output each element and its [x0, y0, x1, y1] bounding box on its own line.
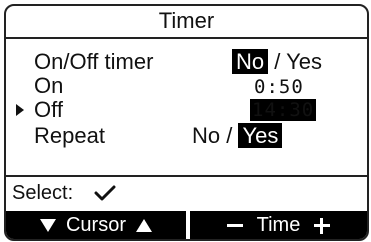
- time-softkey-label: Time: [256, 214, 301, 236]
- footer-divider: [6, 175, 367, 177]
- softkey-bar: Cursor Time: [6, 211, 367, 239]
- on-off-timer-label: On/Off timer: [34, 49, 154, 74]
- page-title: Timer: [158, 8, 215, 33]
- repeat-separator: /: [220, 123, 239, 148]
- time-softkey[interactable]: Time: [190, 211, 367, 239]
- on-off-timer-separator: /: [268, 49, 287, 74]
- off-time-value[interactable]: 14:30: [250, 99, 317, 121]
- minus-icon: [226, 224, 243, 228]
- on-time-label: On: [34, 73, 64, 98]
- triangle-down-icon: [39, 219, 56, 233]
- repeat-label: Repeat: [34, 123, 105, 148]
- cursor-arrow-icon: [16, 104, 24, 116]
- repeat-options[interactable]: No / Yes: [192, 123, 283, 148]
- plus-icon: [314, 217, 331, 234]
- cursor-softkey-label: Cursor: [65, 214, 126, 236]
- on-time-value[interactable]: 0:50: [254, 76, 304, 98]
- cursor-softkey[interactable]: Cursor: [6, 211, 186, 239]
- repeat-option-no[interactable]: No: [192, 123, 220, 148]
- select-label: Select:: [12, 182, 74, 204]
- title-divider: [6, 37, 367, 39]
- on-off-timer-option-yes[interactable]: Yes: [286, 49, 322, 74]
- on-off-timer-option-no[interactable]: No: [232, 49, 269, 74]
- on-off-timer-options[interactable]: No / Yes: [232, 49, 322, 74]
- repeat-option-yes[interactable]: Yes: [238, 123, 283, 148]
- triangle-up-icon: [136, 219, 152, 233]
- timer-screen: Timer On/Off timer No / Yes On 0:50 Off …: [4, 4, 369, 241]
- checkmark-icon: [94, 185, 116, 201]
- off-time-label: Off: [34, 97, 63, 122]
